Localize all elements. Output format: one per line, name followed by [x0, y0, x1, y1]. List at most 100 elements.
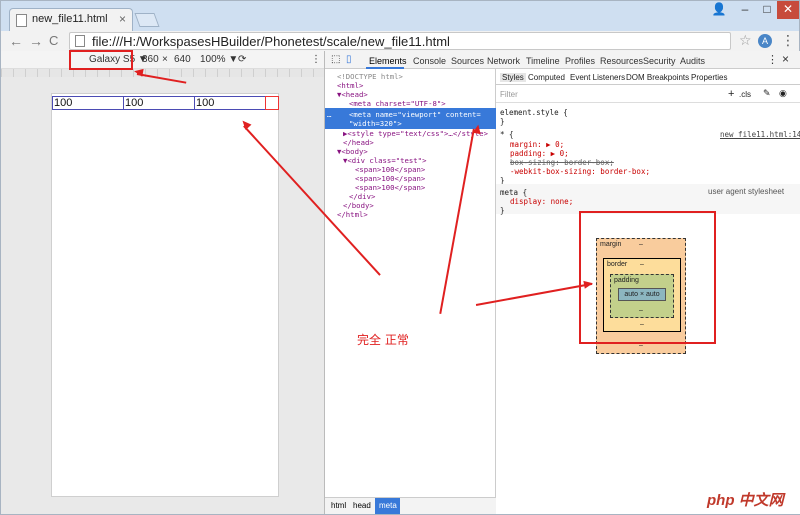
dom-line-selected[interactable]: <meta name="viewport" content= [349, 110, 481, 119]
element-style-rule[interactable]: element.style { [500, 108, 568, 117]
rule-source-link[interactable]: new_file11.html:14 [720, 130, 800, 139]
media-query-ruler [1, 69, 324, 77]
span-3: 100 [194, 96, 266, 110]
tab-profiles[interactable]: Profiles [565, 56, 595, 66]
tab-new-file11[interactable]: new_file11.html × [9, 8, 133, 31]
dom-line[interactable]: <!DOCTYPE html> [337, 72, 403, 81]
browser-window: new_file11.html × 👤 – □ ✕ ← → C file:///… [0, 0, 800, 515]
devtools-close-icon[interactable]: × [782, 52, 789, 66]
breadcrumb: html head meta [325, 497, 496, 514]
tab-timeline[interactable]: Timeline [526, 56, 560, 66]
emulation-bar: Galaxy S5 ▼ 360 × 640 100% ▼ ⟳ ⋮ [1, 51, 324, 69]
device-mode-icon[interactable]: ▯ [346, 54, 352, 65]
dom-line[interactable]: <html> [337, 81, 363, 90]
tab-security[interactable]: Security [643, 56, 676, 66]
tab-strip: new_file11.html × 👤 – □ ✕ [1, 1, 799, 31]
span-1: 100 [52, 96, 124, 110]
menu-icon[interactable]: ⋮ [781, 32, 795, 49]
dom-line[interactable]: <meta charset="UTF-8"> [349, 99, 446, 108]
breadcrumb-meta[interactable]: meta [375, 498, 400, 514]
close-window-button[interactable]: ✕ [777, 1, 799, 19]
tab-computed[interactable]: Computed [528, 73, 565, 82]
devtools-more-icon[interactable]: ⋮ [767, 53, 778, 66]
breadcrumb-html[interactable]: html [331, 501, 346, 510]
tab-title: new_file11.html [32, 13, 108, 25]
cls-toggle[interactable]: .cls [739, 90, 751, 99]
annotation-arrow-head [583, 279, 594, 289]
padding-property[interactable]: padding: ▶ 0; [510, 149, 569, 158]
minimize-button[interactable]: – [735, 1, 755, 19]
star-rule-selector[interactable]: * { [500, 130, 514, 139]
rule-close: } [500, 206, 505, 215]
emulation-more-icon[interactable]: ⋮ [311, 54, 321, 65]
eye-icon[interactable]: ◉ [779, 88, 787, 99]
width-field[interactable]: 360 [142, 54, 159, 65]
dom-line[interactable]: <span>100</span> [355, 165, 425, 174]
ua-stylesheet-label: user agent stylesheet [708, 187, 785, 196]
file-icon [75, 35, 85, 47]
display-property[interactable]: display: none; [510, 197, 573, 206]
box-sizing-property[interactable]: box-sizing: border-box; [510, 158, 614, 167]
dom-line[interactable]: ▼<body> [337, 147, 368, 156]
reload-icon[interactable]: C [49, 33, 58, 48]
rotate-icon[interactable]: ⟳ [238, 54, 246, 65]
annotation-arrow-head [133, 67, 144, 77]
dom-line-selected[interactable]: "width=320"> [349, 119, 402, 128]
address-bar[interactable]: file:///H:/WorkspasesHBuilder/Phonetest/… [69, 32, 731, 50]
user-icon[interactable]: 👤 [709, 1, 729, 19]
address-text[interactable]: file:///H:/WorkspasesHBuilder/Phonetest/… [92, 34, 450, 49]
tab-resources[interactable]: Resources [600, 56, 643, 66]
tab-properties[interactable]: Properties [691, 73, 727, 82]
breadcrumb-head[interactable]: head [353, 501, 371, 510]
overflow-marker [265, 96, 279, 110]
tab-elements[interactable]: Elements [369, 56, 407, 66]
pin-icon[interactable]: ✎ [763, 88, 771, 99]
inspect-icon[interactable]: ⬚ [331, 54, 340, 65]
dom-line[interactable]: ▼<head> [337, 90, 368, 99]
annotation-device-box [69, 50, 133, 70]
back-arrow-icon[interactable]: ← [9, 33, 23, 49]
extension-icon[interactable]: A [758, 34, 772, 48]
zoom-select[interactable]: 100% ▼ [200, 54, 238, 65]
annotation-boxmodel-box [579, 211, 716, 344]
dom-line[interactable]: </head> [343, 138, 374, 147]
devtools-panel: ⬚ ▯ Elements Console Sources Network Tim… [324, 51, 800, 514]
filter-input[interactable]: Filter [500, 90, 518, 99]
forward-arrow-icon[interactable]: → [29, 33, 43, 49]
rule-close: } [500, 117, 505, 126]
maximize-button[interactable]: □ [757, 1, 777, 19]
tab-dom-breakpoints[interactable]: DOM Breakpoints [626, 73, 689, 82]
height-field[interactable]: 640 [174, 54, 191, 65]
dom-line[interactable]: </div> [349, 192, 375, 201]
margin-property[interactable]: margin: ▶ 0; [510, 140, 564, 149]
browser-toolbar: ← → C file:///H:/WorkspasesHBuilder/Phon… [1, 31, 799, 51]
dom-ellipsis[interactable]: … [327, 110, 331, 119]
tab-event-listeners[interactable]: Event Listeners [570, 73, 625, 82]
watermark-logo: php 中文网 [707, 492, 784, 509]
tab-sources[interactable]: Sources [451, 56, 484, 66]
dom-line[interactable]: <span>100</span> [355, 183, 425, 192]
device-viewport: 100 100 100 [51, 93, 279, 497]
page-icon [16, 14, 27, 27]
tab-network[interactable]: Network [487, 56, 520, 66]
tab-console[interactable]: Console [413, 56, 446, 66]
dom-line[interactable]: </html> [337, 210, 368, 219]
dom-line[interactable]: </body> [343, 201, 374, 210]
span-2: 100 [123, 96, 195, 110]
meta-rule-selector[interactable]: meta { [500, 188, 527, 197]
tab-styles[interactable]: Styles [500, 73, 526, 82]
devtools-tabbar: ⬚ ▯ Elements Console Sources Network Tim… [325, 51, 800, 69]
new-tab-button[interactable] [134, 13, 160, 27]
dom-line[interactable]: ▼<div class="test"> [343, 156, 426, 165]
dom-line[interactable]: ▶<style type="text/css">…</style> [343, 129, 488, 138]
annotation-note: 完全 正常 [357, 333, 409, 347]
tab-audits[interactable]: Audits [680, 56, 705, 66]
add-rule-icon[interactable]: + [728, 88, 734, 100]
styles-tabbar: Styles Computed Event Listeners DOM Brea… [496, 69, 800, 85]
tab-close-icon[interactable]: × [119, 12, 126, 26]
webkit-box-sizing-property[interactable]: -webkit-box-sizing: border-box; [510, 167, 650, 176]
dom-line[interactable]: <span>100</span> [355, 174, 425, 183]
emulation-pane: Galaxy S5 ▼ 360 × 640 100% ▼ ⟳ ⋮ 100 100… [1, 51, 324, 514]
styles-filter-bar: Filter + .cls ✎ ◉ [496, 85, 800, 103]
bookmark-star-icon[interactable]: ☆ [739, 32, 752, 49]
